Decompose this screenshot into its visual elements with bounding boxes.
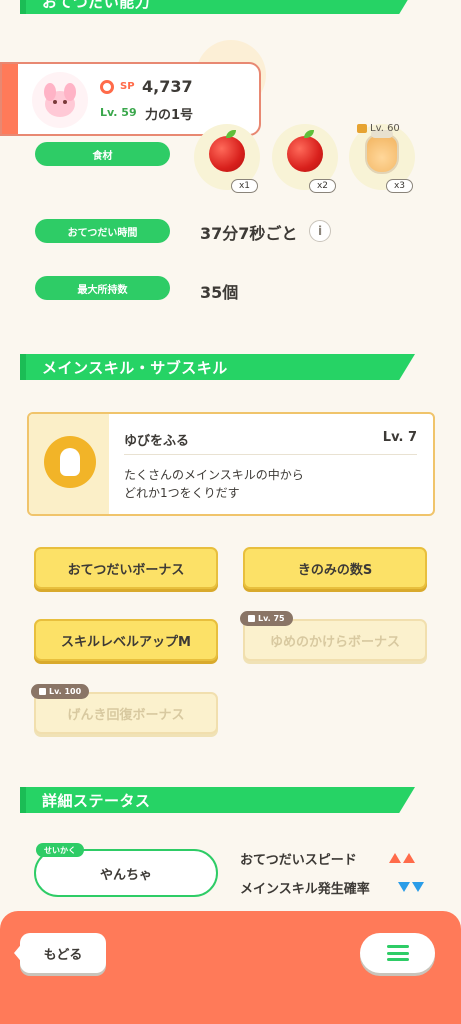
ingredient-unlock-level: Lv. 60: [357, 123, 400, 134]
nature-tag: せいかく: [36, 843, 84, 857]
honey-icon: [365, 130, 399, 174]
stat-up-icon: [389, 853, 401, 863]
divider: [124, 454, 417, 455]
ingredient-slot-1[interactable]: x1: [194, 124, 260, 193]
capacity-value: 35個: [200, 283, 239, 302]
main-skill-description: どれか1つをくりだす: [124, 486, 240, 500]
unlock-level-tag: Lv. 75: [240, 611, 293, 626]
lock-icon: [357, 124, 367, 133]
back-label: もどる: [43, 947, 83, 963]
pokemon-nickname: 力の1号: [145, 108, 194, 123]
nature-effect-label: メインスキル発生確率: [240, 882, 370, 897]
sub-skill-button[interactable]: おてつだいボーナス: [34, 547, 218, 589]
sp-value: 4,737: [142, 77, 193, 96]
sp-label: SP: [120, 81, 135, 92]
apple-icon: [287, 130, 323, 172]
sub-skill-button[interactable]: スキルレベルアップM: [34, 619, 218, 661]
ability-section-header: おてつだい能力: [20, 0, 435, 14]
main-skill-name: ゆびをふる: [124, 434, 190, 449]
pokemon-level: Lv. 59: [100, 106, 137, 119]
section-title: メインスキル・サブスキル: [42, 358, 228, 377]
detail-section-header: 詳細ステータス: [20, 787, 435, 813]
card-stripe: [2, 64, 18, 134]
lock-icon: [248, 615, 255, 622]
info-icon[interactable]: i: [309, 220, 331, 242]
main-skill-card[interactable]: ゆびをふる Lv. 7 たくさんのメインスキルの中から どれか1つをくりだす: [27, 412, 435, 516]
main-skill-description: たくさんのメインスキルの中から: [124, 468, 304, 482]
sp-icon: [100, 80, 114, 94]
ingredient-qty: x1: [230, 179, 258, 193]
footer-bar: もどる: [0, 911, 461, 1024]
stat-up-icon: [403, 853, 415, 863]
help-time-label: おてつだい時間: [35, 219, 170, 243]
ingredients-label: 食材: [35, 142, 170, 166]
back-button[interactable]: もどる: [14, 933, 106, 973]
apple-icon: [209, 130, 245, 172]
pokemon-avatar: [32, 72, 88, 128]
section-title: おてつだい能力: [42, 0, 151, 11]
finger-point-icon: [44, 436, 96, 488]
help-time-value: 37分7秒ごと: [200, 224, 298, 243]
nature-effect-label: おてつだいスピード: [240, 853, 357, 868]
hamburger-icon: [386, 945, 409, 961]
chevron-left-icon: [14, 941, 24, 965]
sub-skill-button[interactable]: きのみの数S: [243, 547, 427, 589]
main-skill-level: Lv. 7: [382, 430, 417, 445]
section-title: 詳細ステータス: [42, 791, 151, 810]
menu-button[interactable]: [360, 933, 435, 973]
nature-value: やんちゃ: [99, 867, 152, 883]
ingredient-slot-2[interactable]: x2: [272, 124, 338, 193]
capacity-label: 最大所持数: [35, 276, 170, 300]
unlock-level-tag: Lv. 100: [31, 684, 90, 699]
skill-section-header: メインスキル・サブスキル: [20, 354, 435, 380]
ingredient-qty: x3: [385, 179, 413, 193]
lock-icon: [39, 688, 46, 695]
stat-down-icon: [398, 882, 410, 892]
ingredient-qty: x2: [308, 179, 336, 193]
stat-down-icon: [412, 882, 424, 892]
